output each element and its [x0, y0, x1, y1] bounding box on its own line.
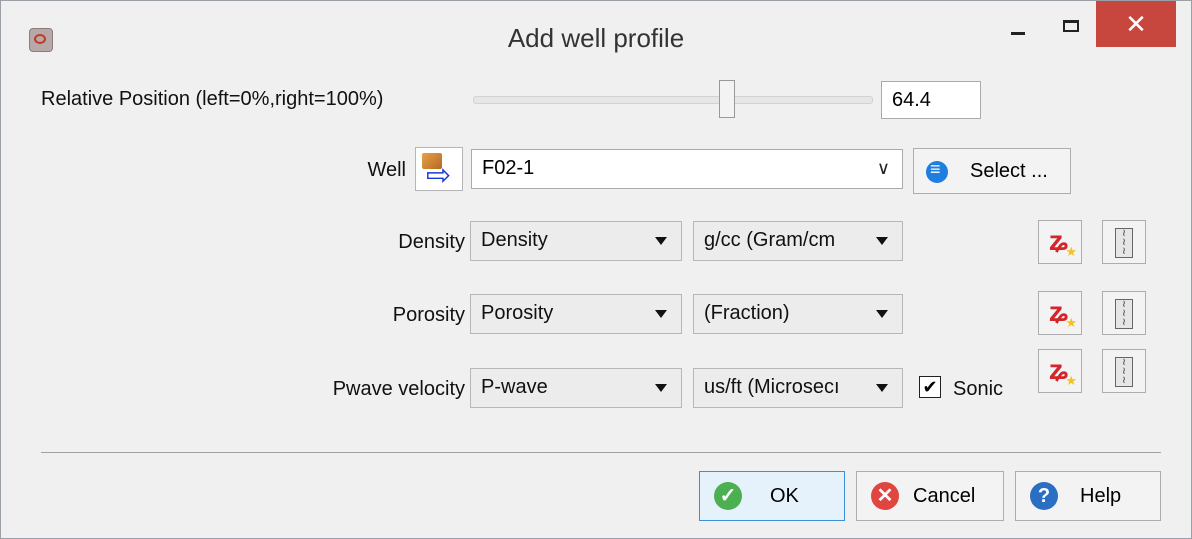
log-tool-icon: ≀ ≀ ≀: [1115, 299, 1133, 329]
chevron-down-icon: ∨: [876, 158, 890, 178]
dropdown-arrow-icon: [876, 310, 888, 318]
sonic-label: Sonic: [953, 378, 1004, 400]
log-tool-icon: ≀ ≀ ≀: [1115, 228, 1133, 258]
close-button[interactable]: ✕: [1096, 1, 1176, 47]
well-load-icon[interactable]: ⇨: [415, 147, 463, 191]
density-unit-value: g/cc (Gram/cm: [704, 229, 836, 251]
title-bar: Add well profile ✕: [1, 1, 1191, 77]
check-icon: ✔: [922, 377, 938, 397]
porosity-log-value: Porosity: [481, 302, 554, 324]
cancel-label: Cancel: [913, 485, 976, 507]
well-label: Well: [367, 159, 406, 181]
list-icon: [926, 159, 948, 183]
pwave-unit-dropdown[interactable]: us/ft (Microsecı: [693, 368, 903, 408]
cancel-button[interactable]: ✕ Cancel: [856, 471, 1004, 521]
dropdown-arrow-icon: [655, 384, 667, 392]
dropdown-arrow-icon: [655, 310, 667, 318]
pwave-log-tool-button[interactable]: ≀ ≀ ≀: [1102, 349, 1146, 393]
density-log-tool-button[interactable]: ≀ ≀ ≀: [1102, 220, 1146, 264]
density-create-log-button[interactable]: ʑ ★: [1038, 220, 1082, 264]
porosity-label: Porosity: [392, 304, 465, 326]
cancel-icon: ✕: [871, 482, 899, 510]
help-label: Help: [1080, 485, 1122, 507]
position-input[interactable]: [881, 81, 981, 119]
pwave-log-dropdown[interactable]: P-wave: [470, 368, 682, 408]
help-button[interactable]: ? Help: [1015, 471, 1161, 521]
well-combo[interactable]: F02-1 ∨: [471, 149, 903, 189]
separator: [41, 452, 1161, 453]
density-label: Density: [398, 231, 465, 253]
help-icon: ?: [1030, 482, 1058, 510]
minimize-icon: [1011, 31, 1025, 35]
select-well-label: Select ...: [970, 160, 1048, 182]
ok-button[interactable]: ✓ OK: [699, 471, 845, 521]
dialog-window: Add well profile ✕ Relative Position (le…: [0, 0, 1192, 539]
ok-label: OK: [770, 485, 799, 507]
well-combo-value: F02-1: [482, 157, 535, 179]
pwave-create-log-button[interactable]: ʑ ★: [1038, 349, 1082, 393]
maximize-button[interactable]: [1051, 1, 1091, 51]
porosity-create-log-button[interactable]: ʑ ★: [1038, 291, 1082, 335]
position-slider[interactable]: [473, 96, 873, 104]
check-icon: ✓: [714, 482, 742, 510]
log-tool-icon: ≀ ≀ ≀: [1115, 357, 1133, 387]
maximize-icon: [1063, 20, 1079, 32]
porosity-log-tool-button[interactable]: ≀ ≀ ≀: [1102, 291, 1146, 335]
select-well-button[interactable]: Select ...: [913, 148, 1071, 194]
pwave-unit-value: us/ft (Microsecı: [704, 376, 840, 398]
dropdown-arrow-icon: [876, 384, 888, 392]
pwave-log-value: P-wave: [481, 376, 548, 398]
porosity-unit-dropdown[interactable]: (Fraction): [693, 294, 903, 334]
porosity-log-dropdown[interactable]: Porosity: [470, 294, 682, 334]
position-slider-thumb[interactable]: [719, 80, 735, 118]
dropdown-arrow-icon: [655, 237, 667, 245]
density-log-dropdown[interactable]: Density: [470, 221, 682, 261]
minimize-button[interactable]: [986, 1, 1050, 51]
dropdown-arrow-icon: [876, 237, 888, 245]
density-log-value: Density: [481, 229, 548, 251]
pwave-label: Pwave velocity: [332, 378, 465, 400]
porosity-unit-value: (Fraction): [704, 302, 790, 324]
density-unit-dropdown[interactable]: g/cc (Gram/cm: [693, 221, 903, 261]
position-label: Relative Position (left=0%,right=100%): [41, 88, 384, 110]
sonic-checkbox[interactable]: ✔: [919, 376, 941, 398]
close-icon: ✕: [1125, 8, 1147, 39]
